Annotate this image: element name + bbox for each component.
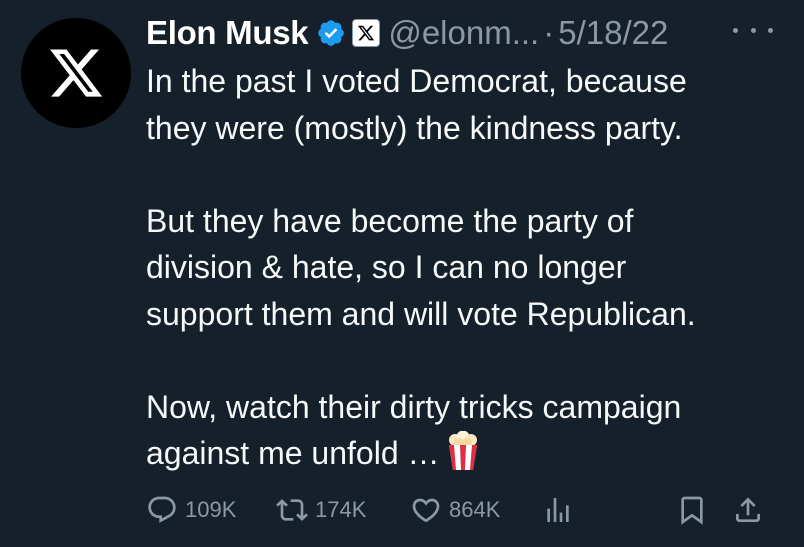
tweet-line: division & hate, so I can no longer	[146, 249, 627, 285]
header-separator: ·	[543, 14, 555, 51]
thread-connector	[260, 0, 450, 7]
tweet[interactable]: Elon Musk @elonm... · 5/18/22 In the pas…	[0, 0, 804, 547]
reply-button[interactable]: 109K	[146, 488, 236, 532]
tweet-line: Now, watch their dirty tricks campaign	[146, 388, 682, 425]
like-count: 864K	[449, 497, 501, 522]
reply-count: 109K	[185, 497, 237, 522]
tweet-line-text: against me unfold …	[146, 435, 440, 471]
bookmark-icon	[681, 496, 703, 525]
avatar[interactable]	[21, 18, 131, 128]
retweet-count: 174K	[315, 497, 367, 522]
share-icon	[736, 497, 760, 522]
tweet-line: support them and will vote Republican.	[146, 295, 696, 332]
verified-badge-icon[interactable]	[316, 18, 346, 48]
heart-icon	[412, 498, 440, 523]
tweet-line: they were (mostly) the kindness party.	[146, 109, 683, 146]
author-name[interactable]: Elon Musk	[146, 10, 309, 56]
retweet-button[interactable]: 174K	[276, 488, 366, 532]
action-bar: 109K 174K 864K	[146, 488, 776, 532]
retweet-icon	[276, 499, 308, 521]
x-logo-icon	[50, 49, 103, 97]
tweet-line: But they have become the party of	[146, 202, 634, 239]
tweet-date[interactable]: 5/18/22	[558, 10, 668, 56]
popcorn-icon	[448, 431, 477, 470]
tweet-text: In the past I voted Democrat, because th…	[146, 58, 786, 477]
reply-icon	[148, 496, 176, 523]
views-button[interactable]	[542, 488, 574, 532]
share-button[interactable]	[732, 488, 764, 532]
bookmark-button[interactable]	[676, 488, 708, 532]
x-affiliation-icon[interactable]	[352, 19, 381, 47]
views-chart-icon	[547, 498, 569, 522]
tweet-line-last: against me unfold …	[146, 430, 786, 477]
tweet-header: Elon Musk @elonm... · 5/18/22	[146, 10, 668, 56]
like-button[interactable]: 864K	[410, 488, 500, 532]
author-handle[interactable]: @elonm...	[388, 10, 539, 56]
tweet-line: In the past I voted Democrat, because	[146, 63, 687, 99]
more-options-icon[interactable]	[733, 18, 773, 42]
